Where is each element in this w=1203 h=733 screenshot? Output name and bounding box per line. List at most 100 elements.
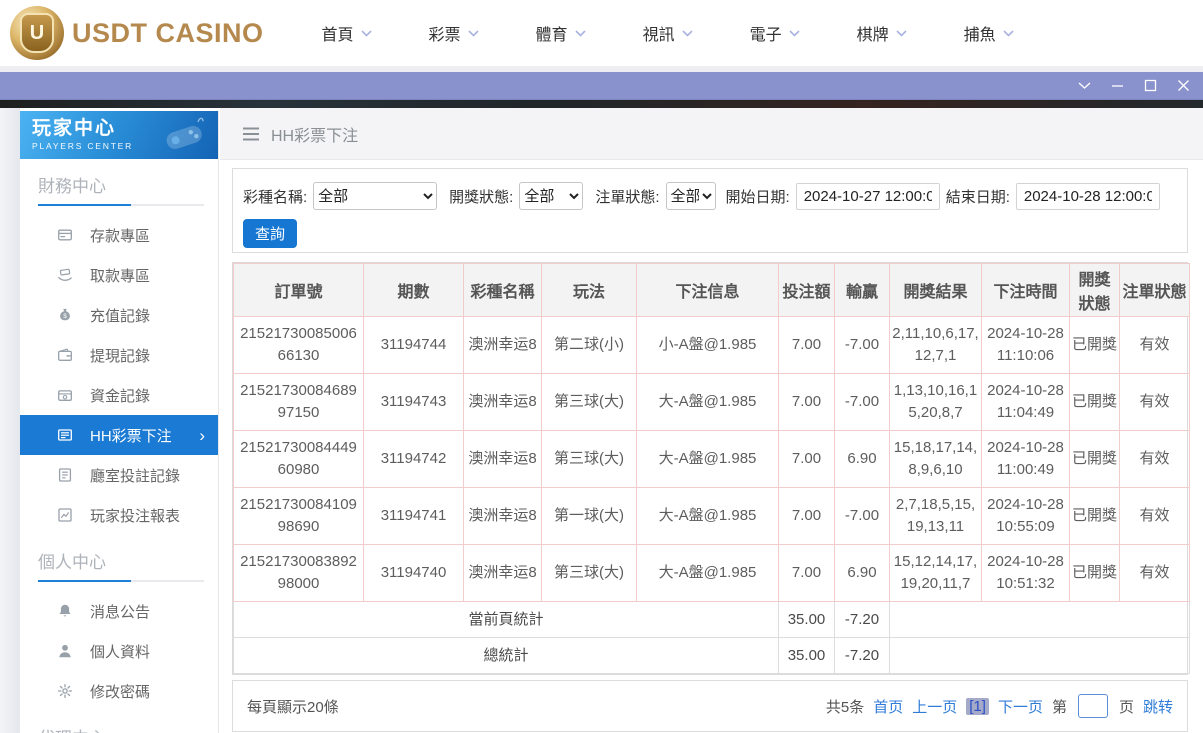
hamburger-icon[interactable] [242,127,260,141]
table-row: 215217300838929800031194740澳洲幸运8第三球(大)大-… [234,545,1190,602]
table-row: 215217300844496098031194742澳洲幸运8第三球(大)大-… [234,431,1190,488]
section-underline [38,580,204,582]
draw-status-select[interactable]: 全部 [519,182,583,210]
table-body: 215217300850066613031194744澳洲幸运8第二球(小)小-… [234,317,1190,674]
cell-period: 31194742 [364,431,464,488]
page-jump-input[interactable] [1078,694,1108,718]
cell-win-loss: 6.90 [835,545,890,602]
cell-bet-time: 2024-10-28 10:51:32 [982,545,1070,602]
window-close-button[interactable] [1175,78,1191,94]
brand-name: USDT CASINO [72,18,264,49]
cell-bet-amount: 7.00 [779,488,835,545]
nav-item-home[interactable]: 首頁 [322,21,372,45]
page-jump-prefix: 第 [1052,696,1067,717]
cell-bet-info: 大-A盤@1.985 [637,488,779,545]
left-gutter [0,108,20,733]
summary-empty [890,638,1190,674]
nav-item-lottery[interactable]: 彩票 [429,21,479,45]
chevron-down-icon [1003,30,1014,37]
nav-item-sports[interactable]: 體育 [536,21,586,45]
window-collapse-button[interactable] [1076,78,1092,94]
cell-draw-status: 已開獎 [1070,488,1120,545]
pagination-jump-button[interactable]: 跳转 [1143,696,1173,717]
summary-bet-total: 35.00 [779,638,835,674]
cell-bet-amount: 7.00 [779,431,835,488]
sidebar-item-label: 廳室投註記錄 [90,465,180,486]
pagination-current-page[interactable]: [1] [966,698,989,715]
nav-item-label: 體育 [536,21,568,45]
maximize-icon [1144,79,1157,92]
sidebar-item-profile[interactable]: 個人資料 [20,631,218,671]
cell-bet-time: 2024-10-28 11:04:49 [982,374,1070,431]
window-minimize-button[interactable] [1109,78,1125,94]
sidebar-section-title: 財務中心 [20,172,218,197]
nav-item-fishing[interactable]: 捕魚 [964,21,1014,45]
cell-draw-status: 已開獎 [1070,545,1120,602]
cell-order-status: 有效 [1120,545,1190,602]
col-header-order-no: 訂單號 [234,264,364,317]
total-count-text: 共5条 [826,696,864,717]
search-button[interactable]: 查詢 [243,219,297,248]
logo-shield: U [20,13,54,53]
sidebar-item-withdraw[interactable]: 取款專區 [20,255,218,295]
chevron-down-icon [896,30,907,37]
sidebar-item-change-password[interactable]: 修改密碼 [20,671,218,711]
breadcrumb-title: HH彩票下注 [271,122,358,146]
sidebar-header: 玩家中心 PLAYERS CENTER [20,111,218,159]
chevron-down-icon [1078,82,1091,90]
table-row: 215217300850066613031194744澳洲幸运8第二球(小)小-… [234,317,1190,374]
sidebar-item-messages[interactable]: 消息公告 [20,591,218,631]
nav-item-label: 首頁 [322,21,354,45]
nav-item-label: 電子 [750,21,782,45]
cell-period: 31194744 [364,317,464,374]
funds-icon [57,387,73,403]
sidebar-item-recharge-record[interactable]: $ 充值記錄 [20,295,218,335]
chevron-down-icon [468,30,479,37]
start-date-input[interactable] [796,183,940,210]
end-date-input[interactable] [1016,183,1160,210]
cell-draw-result: 1,13,10,16,15,20,8,7 [890,374,982,431]
sidebar-item-deposit[interactable]: 存款專區 [20,215,218,255]
sidebar-section: 代理中心 [20,711,218,733]
nav-item-video[interactable]: 視訊 [643,21,693,45]
window-maximize-button[interactable] [1142,78,1158,94]
sidebar-item-withdraw-record[interactable]: 提現記錄 [20,335,218,375]
summary-bet-total: 35.00 [779,602,835,638]
cell-draw-status: 已開獎 [1070,431,1120,488]
dark-banner-strip [0,100,1203,108]
sidebar-item-player-bet-report[interactable]: 玩家投注報表 [20,495,218,535]
nav-item-slots[interactable]: 電子 [750,21,800,45]
cell-draw-status: 已開獎 [1070,374,1120,431]
brand[interactable]: U USDT CASINO [0,6,264,60]
nav-item-board-games[interactable]: 棋牌 [857,21,907,45]
cell-draw-result: 15,18,17,14,8,9,6,10 [890,431,982,488]
svg-text:$: $ [63,313,67,320]
pagination-first[interactable]: 首页 [873,696,903,717]
sidebar-item-label: 玩家投注報表 [90,505,180,526]
filter-panel: 彩種名稱: 全部 開獎狀態: 全部 注單狀態: 全部 開始日期: 結束日期: 查… [232,168,1188,253]
lottery-select[interactable]: 全部 [313,182,437,210]
sidebar-item-hall-bet-record[interactable]: 廳室投註記錄 [20,455,218,495]
cell-period: 31194743 [364,374,464,431]
sidebar-item-label: HH彩票下注 [90,425,172,446]
order-status-select[interactable]: 全部 [666,182,716,210]
pagination-prev[interactable]: 上一页 [912,696,957,717]
bell-icon [57,603,73,619]
pagination-next[interactable]: 下一页 [998,696,1043,717]
col-header-draw-result: 開獎結果 [890,264,982,317]
cell-lottery-name: 澳洲幸运8 [464,317,542,374]
sidebar-item-label: 充值記錄 [90,305,150,326]
sidebar-item-label: 存款專區 [90,225,150,246]
sidebar-item-funds-record[interactable]: 資金記錄 [20,375,218,415]
sidebar-item-label: 提現記錄 [90,345,150,366]
summary-row-current-page: 當前頁統計35.00-7.20 [234,602,1190,638]
cell-bet-info: 大-A盤@1.985 [637,545,779,602]
sidebar-item-hh-lottery-bets[interactable]: HH彩票下注› [20,415,218,455]
table-header-row: 訂單號期數彩種名稱玩法下注信息投注額輸贏開獎結果下注時間開獎狀態注單狀態 [234,264,1190,317]
cell-draw-result: 2,11,10,6,17,12,7,1 [890,317,982,374]
gamepad-icon [158,117,210,162]
summary-label: 當前頁統計 [234,602,779,638]
close-icon [1177,79,1190,92]
sidebar-item-label: 修改密碼 [90,681,150,702]
sidebar-item-label: 資金記錄 [90,385,150,406]
